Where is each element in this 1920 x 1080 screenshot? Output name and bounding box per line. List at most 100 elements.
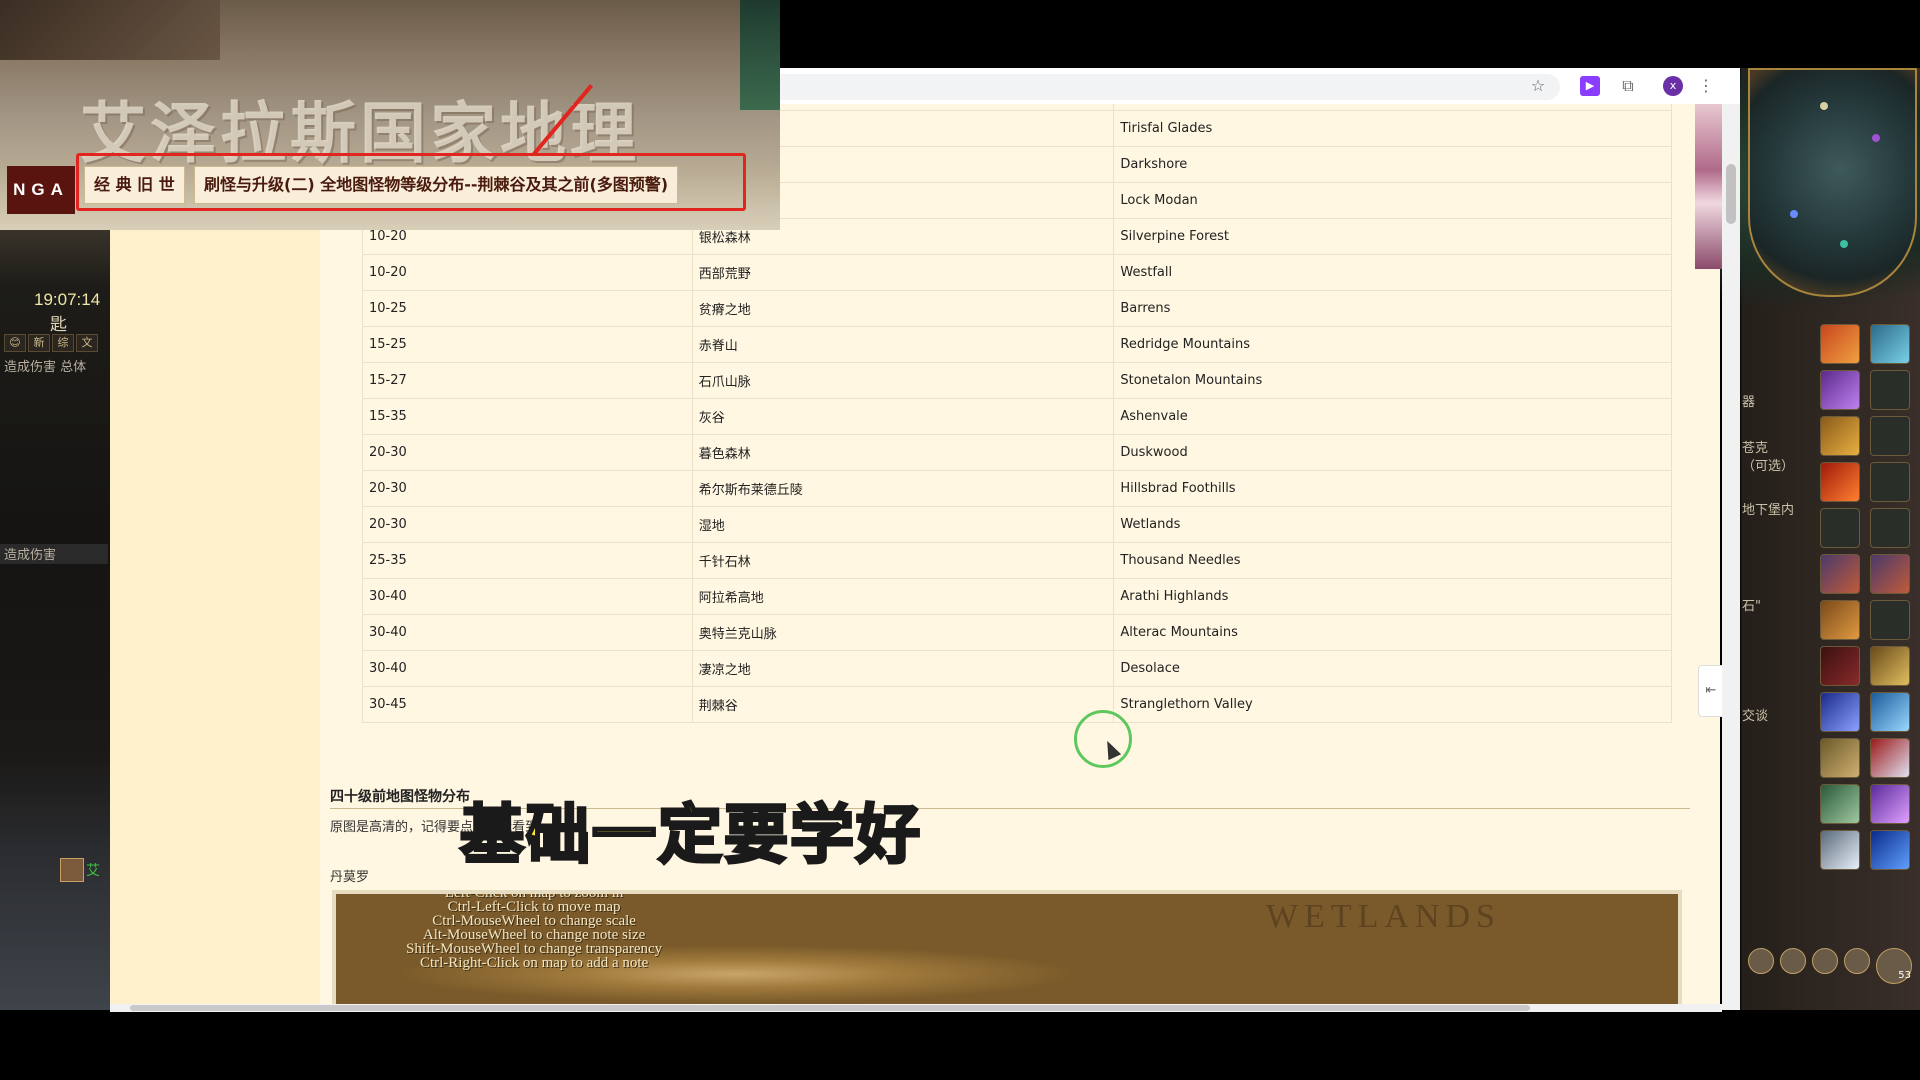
zone-name-cn-cell: 希尔斯布莱德丘陵 [692, 470, 1115, 507]
action-slot[interactable] [1870, 416, 1910, 456]
zone-name-cn-cell: 奥特兰克山脉 [692, 614, 1115, 651]
action-slot[interactable] [1870, 600, 1910, 640]
action-slot[interactable] [1820, 370, 1860, 410]
bag-bar: 53 [1748, 948, 1912, 984]
action-slot[interactable] [1820, 416, 1860, 456]
vertical-scroll-thumb[interactable] [1726, 164, 1736, 224]
action-slot[interactable] [1870, 462, 1910, 502]
collapse-sidebar-button[interactable]: ⇤ [1698, 665, 1724, 717]
zone-name-en-cell: Barrens [1113, 290, 1672, 327]
bag-slot-icon[interactable] [1780, 948, 1806, 974]
action-slot[interactable] [1870, 646, 1910, 686]
extension-play-icon[interactable]: ▶ [1580, 76, 1600, 96]
zone-name-cn-cell: 湿地 [692, 506, 1115, 543]
zone-name-cn-cell: 西部荒野 [692, 254, 1115, 291]
bag-slot-icon[interactable] [1844, 948, 1870, 974]
video-subtitle: 基础一定要学好 [459, 798, 922, 875]
zone-name-en-cell: Lock Modan [1113, 182, 1672, 219]
zone-name-cn-cell: 千针石林 [692, 542, 1115, 579]
table-row: 30-45 荆棘谷 Stranglethorn Valley [362, 686, 1672, 723]
game-clock: 19:07:14 [34, 290, 101, 309]
horizontal-scroll-thumb[interactable] [130, 1005, 1530, 1011]
map-caption: 丹莫罗 [330, 870, 370, 885]
action-slot[interactable] [1820, 830, 1860, 870]
chat-tab[interactable]: 综 [52, 334, 74, 352]
map-help-line: Shift-MouseWheel to change transparency [406, 941, 663, 957]
zone-name-en-cell: Duskwood [1113, 434, 1672, 471]
quest-tracker-line: 地下堡内 [1742, 503, 1795, 518]
quest-tracker-line: 苍克 [1742, 441, 1769, 456]
action-bars [1820, 324, 1912, 870]
zone-name-cn-cell: 凄凉之地 [692, 650, 1115, 687]
level-range-cell: 25-35 [362, 542, 693, 579]
puzzle-icon[interactable]: ⧉ [1618, 76, 1638, 96]
forum-left-column [110, 230, 320, 1010]
nga-logo[interactable]: NGA [7, 166, 75, 214]
chat-tab[interactable]: 新 [28, 334, 50, 352]
bag-icon[interactable] [60, 858, 84, 882]
level-range-cell: 30-40 [362, 614, 693, 651]
zone-name-cn-cell: 贫瘠之地 [692, 290, 1115, 327]
zone-name-cn-cell: 暮色森林 [692, 434, 1115, 471]
zone-name-en-cell: Wetlands [1113, 506, 1672, 543]
action-slot[interactable] [1870, 554, 1910, 594]
action-slot[interactable] [1820, 324, 1860, 364]
table-row: 15-25 赤脊山 Redridge Mountains [362, 326, 1672, 363]
map-help-line: Alt-MouseWheel to change note size [422, 927, 646, 943]
action-slot[interactable] [1870, 738, 1910, 778]
action-slot[interactable] [1870, 784, 1910, 824]
action-slot[interactable] [1820, 600, 1860, 640]
action-slot[interactable] [1820, 784, 1860, 824]
zone-name-en-cell: Thousand Needles [1113, 542, 1672, 579]
action-slot[interactable] [1820, 646, 1860, 686]
zone-name-en-cell: Desolace [1113, 650, 1672, 687]
bag-slot-icon[interactable] [1748, 948, 1774, 974]
minimap-pin-icon [1820, 102, 1828, 110]
action-slot[interactable] [1820, 738, 1860, 778]
table-row: 30-40 奥特兰克山脉 Alterac Mountains [362, 614, 1672, 651]
quest-tracker-line: 器 [1742, 395, 1756, 410]
address-bar[interactable] [780, 74, 1560, 100]
action-slot[interactable] [1820, 692, 1860, 732]
side-advert-image[interactable] [1695, 104, 1722, 269]
map-help-line: Ctrl-MouseWheel to change scale [432, 913, 636, 929]
bag-label: 艾 [86, 863, 100, 879]
chat-tab[interactable]: 文 [76, 334, 98, 352]
zone-map-image[interactable]: Left-Click on map to zoom in Ctrl-Left-C… [332, 890, 1682, 1010]
damage-meter-title-2: 造成伤害 [0, 544, 108, 564]
zone-name-en-cell: Hillsbrad Foothills [1113, 470, 1672, 507]
quest-tracker-line: 交谈 [1742, 709, 1769, 724]
letterbox-bottom [0, 1010, 1920, 1080]
table-row: 30-40 凄凉之地 Desolace [362, 650, 1672, 687]
action-slot[interactable] [1870, 692, 1910, 732]
game-clock-sub: 匙 [50, 315, 67, 335]
banner-art [0, 0, 220, 60]
zone-name-en-cell: Stonetalon Mountains [1113, 362, 1672, 399]
vertical-scrollbar[interactable] [1722, 104, 1740, 1010]
table-row: 30-40 阿拉希高地 Arathi Highlands [362, 578, 1672, 615]
backpack-icon[interactable]: 53 [1876, 948, 1912, 984]
level-range-cell: 10-25 [362, 290, 693, 327]
level-range-cell: 20-30 [362, 506, 693, 543]
chat-tab[interactable]: 😊 [4, 334, 26, 352]
menu-icon[interactable]: ⋮ [1696, 76, 1716, 96]
table-row: 20-30 希尔斯布莱德丘陵 Hillsbrad Foothills [362, 470, 1672, 507]
level-range-cell: 20-30 [362, 470, 693, 507]
action-slot[interactable] [1820, 462, 1860, 502]
level-range-cell: 30-40 [362, 650, 693, 687]
zone-name-en-cell: Tirisfal Glades [1113, 110, 1672, 147]
bag-slot-icon[interactable] [1812, 948, 1838, 974]
horizontal-scrollbar[interactable] [110, 1004, 1722, 1012]
action-slot[interactable] [1870, 508, 1910, 548]
level-range-cell: 15-35 [362, 398, 693, 435]
minimap[interactable] [1748, 68, 1917, 297]
action-slot[interactable] [1870, 324, 1910, 364]
profile-icon[interactable]: x [1663, 76, 1683, 96]
action-slot[interactable] [1820, 554, 1860, 594]
action-slot[interactable] [1870, 370, 1910, 410]
action-slot[interactable] [1870, 830, 1910, 870]
star-icon[interactable]: ☆ [1528, 76, 1548, 96]
action-slot[interactable] [1820, 508, 1860, 548]
zone-name-cn-cell: 灰谷 [692, 398, 1115, 435]
game-left-panel: 19:07:14 匙 😊 新 综 文 造成伤害 总体 造成伤害 艾 [0, 228, 110, 1010]
